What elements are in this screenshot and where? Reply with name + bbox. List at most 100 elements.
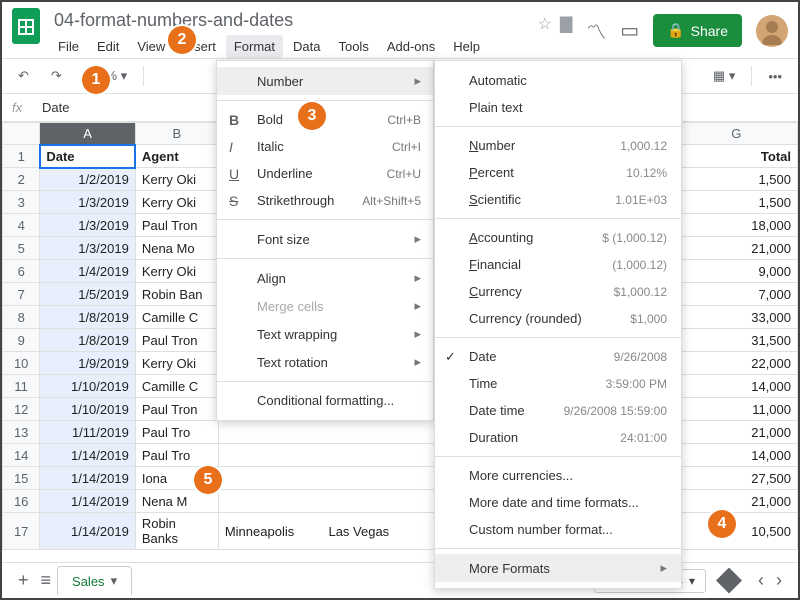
- cell[interactable]: 1/2/2019: [40, 168, 135, 191]
- format-underline[interactable]: UUnderlineCtrl+U: [217, 160, 433, 187]
- row-header[interactable]: 7: [3, 283, 40, 306]
- num-accounting[interactable]: Accounting$ (1,000.12): [435, 224, 681, 251]
- row-header[interactable]: 10: [3, 352, 40, 375]
- row-header[interactable]: 9: [3, 329, 40, 352]
- cell[interactable]: 10,500: [675, 513, 798, 550]
- row-header[interactable]: 13: [3, 421, 40, 444]
- cell[interactable]: 1/10/2019: [40, 398, 135, 421]
- format-conditional[interactable]: Conditional formatting...: [217, 387, 433, 414]
- cell[interactable]: 31,500: [675, 329, 798, 352]
- comments-icon[interactable]: ▭: [620, 18, 639, 43]
- cell[interactable]: 14,000: [675, 444, 798, 467]
- menu-file[interactable]: File: [50, 35, 87, 58]
- num-more-currencies[interactable]: More currencies...: [435, 462, 681, 489]
- row-header[interactable]: 8: [3, 306, 40, 329]
- col-header-G[interactable]: G: [675, 123, 798, 145]
- cell[interactable]: Paul Tron: [135, 398, 218, 421]
- cell[interactable]: 1/4/2019: [40, 260, 135, 283]
- format-merge[interactable]: Merge cells▸: [217, 292, 433, 320]
- cell[interactable]: 1,500: [675, 191, 798, 214]
- cell[interactable]: 33,000: [675, 306, 798, 329]
- cell[interactable]: Kerry Oki: [135, 260, 218, 283]
- cell[interactable]: 1/3/2019: [40, 237, 135, 260]
- folder-icon[interactable]: ▇: [560, 14, 572, 34]
- cell[interactable]: 22,000: [675, 352, 798, 375]
- num-scientific[interactable]: Scientific1.01E+03: [435, 186, 681, 213]
- cell[interactable]: Paul Tro: [135, 421, 218, 444]
- star-icon[interactable]: ☆: [538, 14, 552, 34]
- num-datetime[interactable]: Date time9/26/2008 15:59:00: [435, 397, 681, 424]
- row-header[interactable]: 12: [3, 398, 40, 421]
- menu-edit[interactable]: Edit: [89, 35, 127, 58]
- row-header[interactable]: 2: [3, 168, 40, 191]
- format-italic[interactable]: IItalicCtrl+I: [217, 133, 433, 160]
- cell[interactable]: 21,000: [675, 237, 798, 260]
- menu-help[interactable]: Help: [445, 35, 488, 58]
- trend-icon[interactable]: 〽: [586, 16, 606, 45]
- row-header[interactable]: 11: [3, 375, 40, 398]
- formula-content[interactable]: Date: [42, 100, 69, 115]
- cell[interactable]: Robin Ban: [135, 283, 218, 306]
- cell-B1[interactable]: Agent: [135, 145, 218, 168]
- num-more-date[interactable]: More date and time formats...: [435, 489, 681, 516]
- cell-A1[interactable]: Date: [40, 145, 135, 168]
- cell-G1[interactable]: Total: [675, 145, 798, 168]
- format-align[interactable]: Align▸: [217, 264, 433, 292]
- avatar[interactable]: [756, 15, 788, 47]
- cell[interactable]: 1/3/2019: [40, 191, 135, 214]
- undo-icon[interactable]: ↶: [12, 64, 35, 88]
- row-header[interactable]: 5: [3, 237, 40, 260]
- num-automatic[interactable]: Automatic: [435, 67, 681, 94]
- add-sheet-icon[interactable]: +: [12, 570, 35, 591]
- sheet-tab[interactable]: Sales▾: [57, 566, 132, 595]
- row-header[interactable]: 14: [3, 444, 40, 467]
- cell[interactable]: 11,000: [675, 398, 798, 421]
- scroll-left-icon[interactable]: ‹: [752, 570, 770, 591]
- cell[interactable]: 9,000: [675, 260, 798, 283]
- cell[interactable]: 1/14/2019: [40, 513, 135, 550]
- num-financial[interactable]: Financial(1,000.12): [435, 251, 681, 278]
- doc-title[interactable]: 04-format-numbers-and-dates: [50, 8, 532, 33]
- row-header[interactable]: 1: [3, 145, 40, 168]
- num-time[interactable]: Time3:59:00 PM: [435, 370, 681, 397]
- cell[interactable]: 1/14/2019: [40, 444, 135, 467]
- merge-icon[interactable]: ▦ ▾: [707, 64, 741, 88]
- menu-data[interactable]: Data: [285, 35, 328, 58]
- cell[interactable]: Kerry Oki: [135, 352, 218, 375]
- cell[interactable]: Robin Banks: [135, 513, 218, 550]
- cell[interactable]: 1/14/2019: [40, 490, 135, 513]
- cell[interactable]: Kerry Oki: [135, 191, 218, 214]
- cell[interactable]: 21,000: [675, 421, 798, 444]
- cell[interactable]: Kerry Oki: [135, 168, 218, 191]
- col-header-B[interactable]: B: [135, 123, 218, 145]
- row-header[interactable]: 3: [3, 191, 40, 214]
- more-toolbar-icon[interactable]: •••: [762, 65, 788, 88]
- cell[interactable]: 1/8/2019: [40, 329, 135, 352]
- cell[interactable]: Paul Tron: [135, 214, 218, 237]
- cell[interactable]: 21,000: [675, 490, 798, 513]
- explore-icon[interactable]: [716, 568, 742, 594]
- format-strike[interactable]: SStrikethroughAlt+Shift+5: [217, 187, 433, 214]
- cell[interactable]: Camille C: [135, 375, 218, 398]
- cell[interactable]: Nena Mo: [135, 237, 218, 260]
- all-sheets-icon[interactable]: ≡: [35, 570, 58, 591]
- menu-view[interactable]: View: [129, 35, 173, 58]
- redo-icon[interactable]: ↷: [45, 64, 68, 88]
- format-rotation[interactable]: Text rotation▸: [217, 348, 433, 376]
- num-plaintext[interactable]: Plain text: [435, 94, 681, 121]
- num-date[interactable]: ✓Date9/26/2008: [435, 343, 681, 370]
- format-font-size[interactable]: Font size▸: [217, 225, 433, 253]
- row-header[interactable]: 15: [3, 467, 40, 490]
- menu-format[interactable]: Format: [226, 35, 283, 58]
- num-more-formats[interactable]: More Formats▸: [435, 554, 681, 582]
- num-currency-rounded[interactable]: Currency (rounded)$1,000: [435, 305, 681, 332]
- select-all-corner[interactable]: [3, 123, 40, 145]
- cell[interactable]: 1/14/2019: [40, 467, 135, 490]
- cell[interactable]: 1/9/2019: [40, 352, 135, 375]
- cell[interactable]: 1/10/2019: [40, 375, 135, 398]
- cell[interactable]: Paul Tron: [135, 329, 218, 352]
- cell[interactable]: 1,500: [675, 168, 798, 191]
- num-percent[interactable]: Percent10.12%: [435, 159, 681, 186]
- col-header-A[interactable]: A: [40, 123, 135, 145]
- row-header[interactable]: 17: [3, 513, 40, 550]
